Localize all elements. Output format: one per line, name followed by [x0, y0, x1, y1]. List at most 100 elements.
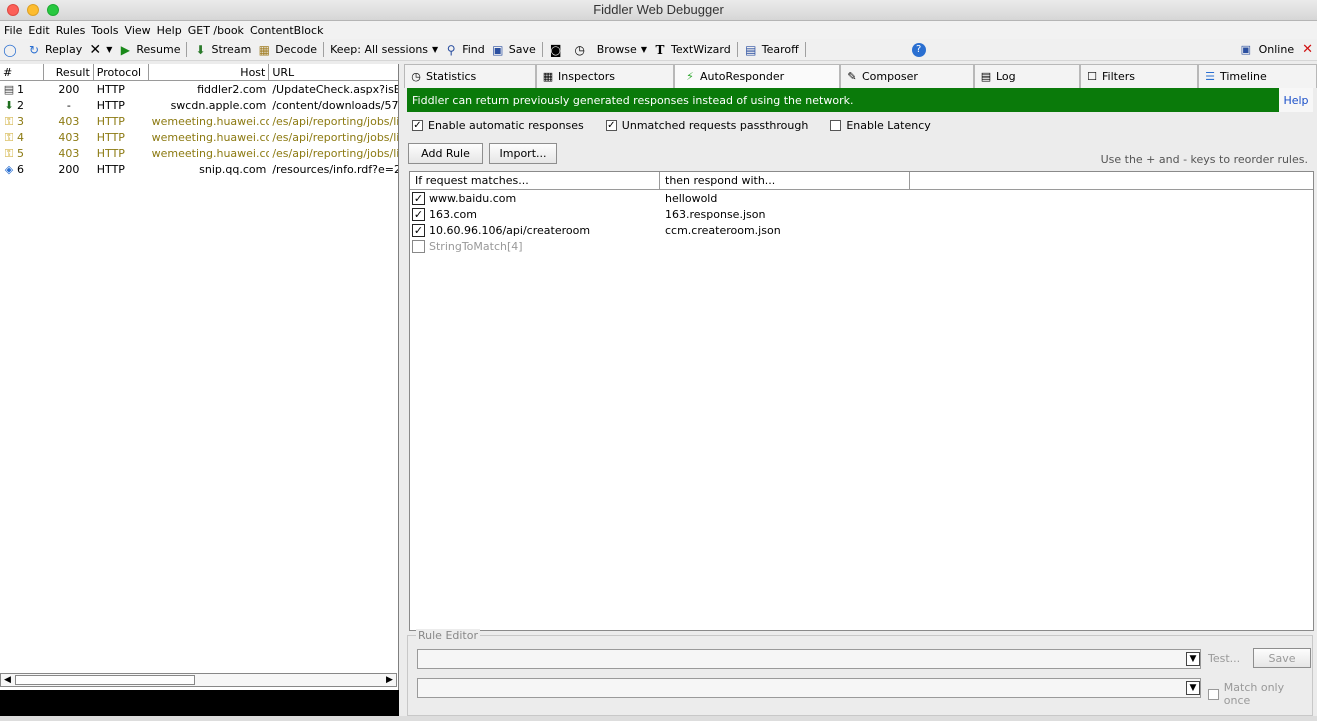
menu-get-book[interactable]: GET /book — [188, 24, 244, 37]
network-icon: ▣ — [1240, 43, 1252, 56]
quickexec-bar[interactable] — [0, 690, 399, 716]
rule-row[interactable]: ✓ 10.60.96.106/api/createroom ccm.createro… — [410, 222, 1313, 238]
match-only-once-checkbox[interactable]: Match only once — [1208, 681, 1312, 707]
rule-row[interactable]: StringToMatch[4] — [410, 238, 1313, 254]
session-row[interactable]: ⚿3 403 HTTP wemeeting.huawei.com/es/api/rep… — [0, 113, 398, 129]
xml-icon: ◈ — [4, 162, 14, 176]
close-icon[interactable]: ✕ — [1302, 42, 1313, 57]
text-t-icon: T — [655, 42, 665, 57]
tearoff-label: Tearoff — [761, 43, 799, 56]
keep-sessions-dropdown[interactable]: Keep: All sessions ▼ — [327, 40, 441, 60]
find-label: Find — [462, 43, 485, 56]
scrollbar-thumb[interactable] — [15, 675, 195, 685]
rule-respond-text: ccm.createroom.json — [665, 223, 781, 237]
session-row[interactable]: ⚿5 403 HTTP wemeeting.huawei.com/es/api/rep… — [0, 145, 398, 161]
screenshot-button[interactable]: ◙ — [546, 40, 570, 60]
test-link[interactable]: Test... — [1208, 652, 1240, 665]
document-icon: ▤ — [3, 82, 15, 96]
help-button[interactable]: ? — [909, 40, 933, 60]
empty-checkbox-icon — [1208, 688, 1219, 700]
import-button[interactable]: Import... — [489, 143, 557, 164]
response-input[interactable]: ▼ — [417, 678, 1201, 698]
stream-button[interactable]: ⬇ Stream — [190, 40, 254, 60]
menu-help[interactable]: Help — [157, 24, 182, 37]
remove-button[interactable]: ✕ ▼ — [85, 40, 115, 60]
tab-composer[interactable]: ✎ Composer — [840, 64, 974, 88]
checkmark-icon[interactable]: ✓ — [412, 207, 425, 221]
comment-button[interactable]: ◯ — [0, 40, 24, 60]
textwizard-button[interactable]: T TextWizard — [650, 40, 734, 60]
enable-latency-checkbox[interactable]: Enable Latency — [830, 119, 931, 132]
tearoff-button[interactable]: ▤ Tearoff — [741, 40, 802, 60]
find-button[interactable]: ⚲ Find — [441, 40, 488, 60]
session-result: 403 — [58, 130, 80, 144]
decode-button[interactable]: ▦ Decode — [254, 40, 320, 60]
browse-button[interactable]: Browse ▼ — [594, 40, 650, 60]
checkmark-icon[interactable]: ✓ — [412, 223, 425, 237]
tab-autoresponder[interactable]: ⚡ AutoResponder — [674, 64, 840, 88]
session-row[interactable]: ◈ 6 200 HTTP snip.qq.com/resources/info.rdf?… — [0, 161, 398, 177]
enable-auto-label: Enable automatic responses — [428, 119, 584, 132]
session-row[interactable]: ⚿4 403 HTTP wemeeting.huawei.com/es/api/rep… — [0, 129, 398, 145]
scroll-right-icon[interactable]: ▶ — [383, 674, 396, 686]
session-host: wemeeting.huawei.com — [151, 114, 270, 128]
reorder-hint: Use the + and - keys to reorder rules. — [1100, 153, 1308, 166]
help-link[interactable]: Help — [1279, 88, 1313, 112]
rule-row[interactable]: ✓ www.baidu.com hellowold — [410, 190, 1313, 206]
checkmark-icon: ✓ — [605, 120, 617, 131]
match-input[interactable]: ▼ — [417, 649, 1201, 669]
chevron-down-icon[interactable]: ▼ — [1186, 681, 1200, 695]
title-bar: Fiddler Web Debugger — [0, 0, 1317, 21]
checkmark-icon[interactable]: ✓ — [412, 191, 425, 205]
chevron-down-icon: ▼ — [640, 45, 647, 54]
menu-rules[interactable]: Rules — [56, 24, 86, 37]
add-rule-button[interactable]: Add Rule — [408, 143, 483, 164]
rule-save-button[interactable]: Save — [1253, 648, 1311, 668]
save-button[interactable]: ▣ Save — [488, 40, 539, 60]
session-protocol: HTTP — [96, 82, 125, 96]
empty-checkbox-icon[interactable] — [412, 239, 425, 253]
rules-header: If request matches... then respond with.… — [410, 172, 1313, 190]
x-icon: ✕ — [89, 41, 102, 58]
session-result: 200 — [58, 82, 80, 96]
resume-button[interactable]: ▶ Resume — [115, 40, 183, 60]
tab-filters[interactable]: ☐ Filters — [1080, 64, 1198, 88]
unmatched-passthrough-checkbox[interactable]: ✓ Unmatched requests passthrough — [605, 119, 808, 132]
rule-row[interactable]: ✓ 163.com 163.response.json — [410, 206, 1313, 222]
session-protocol: HTTP — [96, 146, 125, 160]
menu-contentblock[interactable]: ContentBlock — [250, 24, 324, 37]
horizontal-scrollbar[interactable]: ◀ ▶ — [0, 673, 397, 687]
replay-button[interactable]: ↻ Replay — [24, 40, 85, 60]
menu-file[interactable]: File — [4, 24, 22, 37]
col-respond[interactable]: then respond with... — [660, 172, 910, 189]
rule-editor: Rule Editor ▼ Test... Save ▼ Match only … — [407, 629, 1313, 716]
col-url[interactable]: URL — [269, 64, 398, 81]
decode-label: Decode — [275, 43, 318, 56]
session-number-text: 3 — [17, 114, 24, 128]
menu-view[interactable]: View — [125, 24, 151, 37]
question-icon: ? — [911, 42, 926, 57]
tab-label: Inspectors — [558, 70, 616, 83]
col-protocol[interactable]: Protocol — [94, 64, 149, 81]
tab-statistics[interactable]: ◷ Statistics — [404, 64, 536, 88]
chevron-down-icon[interactable]: ▼ — [1186, 652, 1200, 666]
menu-tools[interactable]: Tools — [91, 24, 118, 37]
col-match[interactable]: If request matches... — [410, 172, 660, 189]
online-label: Online — [1258, 43, 1295, 56]
session-row[interactable]: ▤ 1 200 HTTP fiddler2.com/UpdateCheck.aspx?i… — [0, 81, 398, 97]
menu-edit[interactable]: Edit — [28, 24, 49, 37]
toolbar: ◯ ↻ Replay ✕ ▼ ▶ Resume ⬇ Stream ▦ Decode Kee… — [0, 39, 1317, 61]
col-host[interactable]: Host — [149, 64, 270, 81]
session-row[interactable]: ⬇ 2 - HTTP swcdn.apple.com/content/downloads… — [0, 97, 398, 113]
scroll-left-icon[interactable]: ◀ — [1, 674, 14, 686]
col-number[interactable]: # — [0, 64, 44, 81]
tab-log[interactable]: ▤ Log — [974, 64, 1080, 88]
tab-inspectors[interactable]: ▦ Inspectors — [536, 64, 674, 88]
compose-icon: ✎ — [847, 69, 857, 83]
session-protocol: HTTP — [96, 130, 125, 144]
col-result[interactable]: Result — [44, 64, 94, 81]
tab-timeline[interactable]: ☰ Timeline — [1198, 64, 1317, 88]
enable-auto-checkbox[interactable]: ✓ Enable automatic responses — [412, 119, 584, 132]
timer-button[interactable]: ◷ — [570, 40, 594, 60]
checkbox-icon: ☐ — [1087, 69, 1097, 83]
